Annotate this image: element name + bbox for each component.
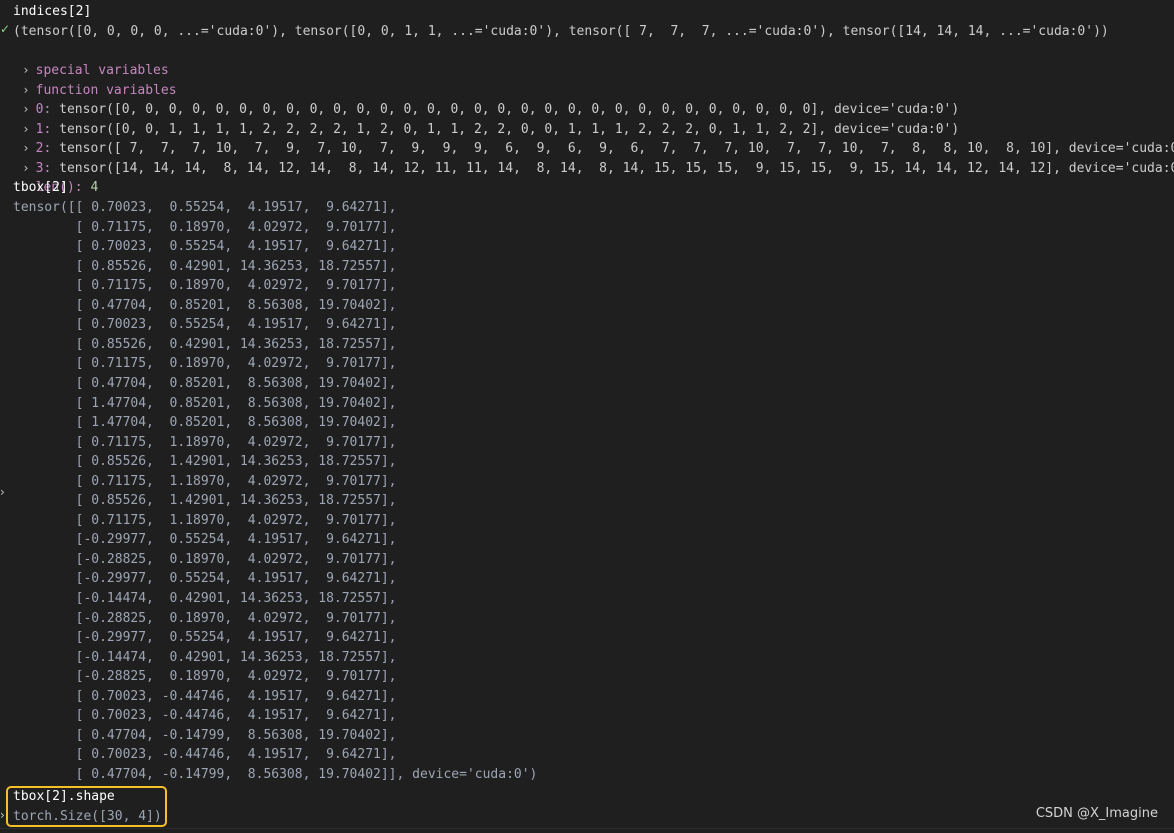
tensor-row: [ 0.47704, 0.85201, 8.56308, 19.70402], (13, 297, 397, 313)
tensor-row: [ 0.71175, 1.18970, 4.02972, 9.70177], (13, 473, 397, 489)
tree-item-value: 4 (90, 180, 99, 196)
tensor-row: [ 0.85526, 1.42901, 14.36253, 18.72557], (13, 454, 397, 470)
tensor-row: [ 0.47704, 0.85201, 8.56308, 19.70402], (13, 375, 397, 391)
tree-item-3[interactable]: › 3: tensor([14, 14, 14, 8, 14, 12, 14, 8… (8, 139, 1174, 176)
tensor-row: [-0.14474, 0.42901, 14.36253, 18.72557], (13, 591, 397, 606)
watch-expression-indices[interactable]: indices[2] (13, 2, 91, 22)
tensor-row: [ 0.70023, -0.44746, 4.19517, 9.64271], (13, 708, 397, 724)
chevron-right-icon[interactable]: › (0, 485, 5, 499)
tree-item-1[interactable]: › 1: tensor([0, 0, 1, 1, 1, 1, 2, 2, 2, 2… (8, 100, 960, 137)
tensor-row: [-0.28825, 0.18970, 4.02972, 9.70177], (13, 551, 397, 567)
divider (0, 828, 1174, 829)
watch-expression-tbox[interactable]: tbox[2] (13, 178, 68, 198)
tensor-row: [-0.28825, 0.18970, 4.02972, 9.70177], (13, 669, 397, 685)
tensor-row: [ 1.47704, 0.85201, 8.56308, 19.70402], (13, 395, 397, 411)
tree-item-function-variables[interactable]: › function variables (8, 61, 177, 98)
tree-item-len[interactable]: len(): 4 (20, 159, 99, 195)
tensor-row: [ 0.85526, 0.42901, 14.36253, 18.72557], (13, 258, 397, 274)
tree-item-value: tensor([14, 14, 14, 8, 14, 12, 14, 8, 14… (51, 160, 1174, 176)
tensor-row: [ 0.85526, 0.42901, 14.36253, 18.72557], (13, 336, 397, 352)
tree-item-special-variables[interactable]: › special variables (8, 42, 169, 78)
watch-result-indices[interactable]: (tensor([0, 0, 0, 0, ...='cuda:0'), tens… (13, 22, 1109, 42)
tensor-row: [ 0.71175, 0.18970, 4.02972, 9.70177], (13, 356, 397, 372)
tensor-row: [ 0.85526, 1.42901, 14.36253, 18.72557], (13, 493, 397, 509)
watch-result-tbox-shape[interactable]: torch.Size([30, 4]) (13, 807, 162, 827)
tensor-row: [ 0.71175, 1.18970, 4.02972, 9.70177], (13, 512, 397, 528)
tensor-row: tensor([[ 0.70023, 0.55254, 4.19517, 9.6… (13, 200, 397, 215)
tensor-row: [-0.28825, 0.18970, 4.02972, 9.70177], (13, 610, 397, 626)
tensor-row: [ 1.47704, 0.85201, 8.56308, 19.70402], (13, 415, 397, 431)
tensor-row: [ 0.71175, 1.18970, 4.02972, 9.70177], (13, 434, 397, 450)
tensor-row: [ 0.70023, 0.55254, 4.19517, 9.64271], (13, 239, 397, 255)
tensor-row: [-0.29977, 0.55254, 4.19517, 9.64271], (13, 532, 397, 548)
check-icon: ✓ (0, 22, 11, 36)
watch-expression-tbox-shape[interactable]: tbox[2].shape (13, 787, 115, 807)
tensor-row: [ 0.47704, -0.14799, 8.56308, 19.70402]]… (13, 766, 538, 782)
watermark: CSDN @X_Imagine (1035, 806, 1158, 821)
tensor-row: [ 0.47704, -0.14799, 8.56308, 19.70402], (13, 727, 397, 743)
tensor-row: [-0.14474, 0.42901, 14.36253, 18.72557], (13, 649, 397, 665)
tree-item-0[interactable]: › 0: tensor([0, 0, 0, 0, 0, 0, 0, 0, 0, 0… (8, 81, 960, 117)
tensor-row: [ 0.70023, 0.55254, 4.19517, 9.64271], (13, 317, 397, 333)
tree-item-2[interactable]: › 2: tensor([ 7, 7, 7, 10, 7, 9, 7, 10, 7… (8, 120, 1174, 156)
tensor-row: [ 0.71175, 0.18970, 4.02972, 9.70177], (13, 278, 397, 294)
tensor-row: [ 0.70023, -0.44746, 4.19517, 9.64271], (13, 747, 397, 763)
chevron-right-icon[interactable]: › (0, 808, 5, 822)
tensor-row: [ 0.70023, -0.44746, 4.19517, 9.64271], (13, 688, 397, 704)
tensor-row: [-0.29977, 0.55254, 4.19517, 9.64271], (13, 630, 397, 646)
tensor-row: [-0.29977, 0.55254, 4.19517, 9.64271], (13, 571, 397, 587)
tensor-row: [ 0.71175, 0.18970, 4.02972, 9.70177], (13, 219, 397, 235)
